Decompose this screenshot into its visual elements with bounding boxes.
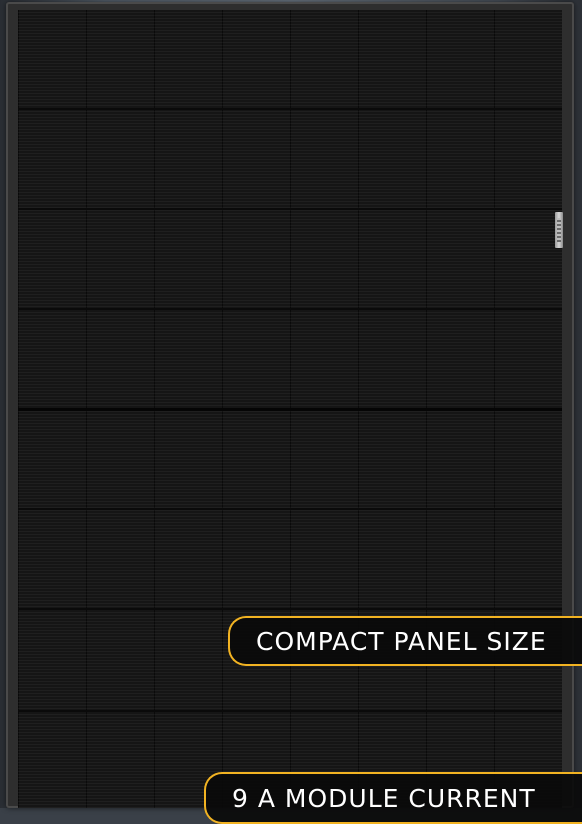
cell-row-divider (18, 308, 562, 310)
solar-panel-cells (18, 10, 562, 808)
cell-row-divider (18, 108, 562, 110)
feature-badge-label: 9 A MODULE CURRENT (232, 783, 536, 813)
panel-center-seam (18, 408, 562, 411)
panel-edge-connector (555, 212, 563, 248)
feature-badge-label: COMPACT PANEL SIZE (256, 626, 547, 656)
cell-row-divider (18, 508, 562, 510)
cell-row-divider (18, 608, 562, 610)
feature-badge-compact-size: COMPACT PANEL SIZE (228, 616, 582, 666)
cell-row-divider (18, 710, 562, 712)
cell-row-divider (18, 208, 562, 210)
feature-badge-module-current: 9 A MODULE CURRENT (204, 772, 582, 824)
